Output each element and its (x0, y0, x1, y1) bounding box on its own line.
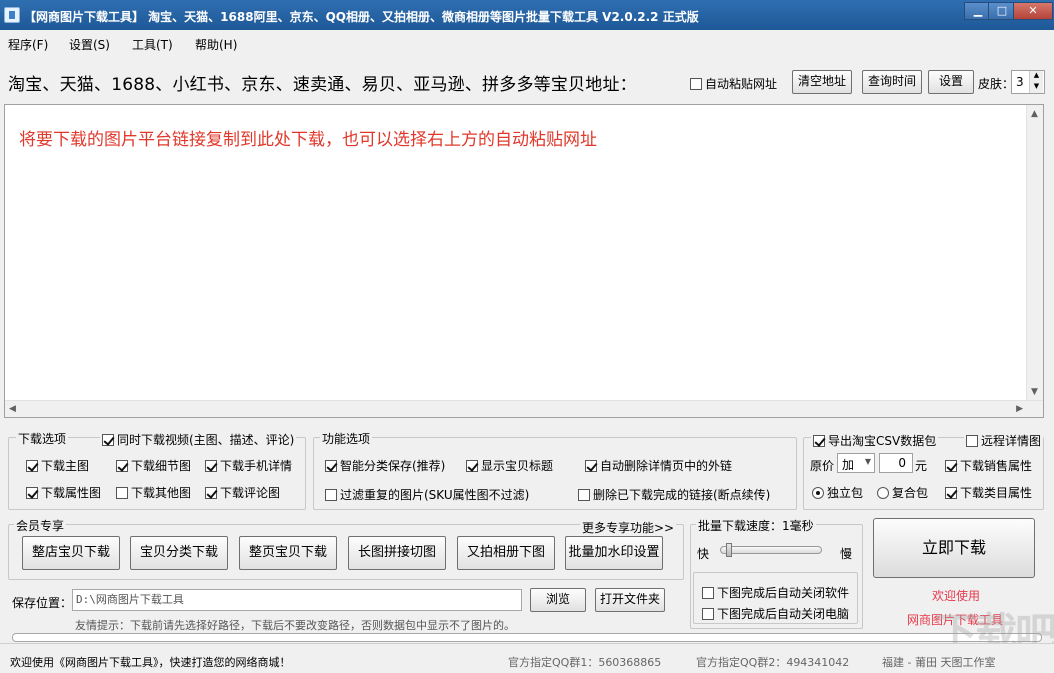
price-unit: 元 (915, 459, 928, 473)
auto-paste-checkbox[interactable]: 自动粘贴网址 (690, 75, 777, 92)
download-video-checkbox[interactable]: 同时下载视频(主图、描述、评论) (100, 431, 297, 448)
more-features-link[interactable]: 更多专享功能>> (580, 519, 677, 536)
maximize-icon: □ (996, 4, 1008, 17)
menu-settings[interactable]: 设置(S) (69, 36, 110, 53)
status-qq2: 官方指定QQ群2：494341042 (696, 656, 850, 669)
batch-watermark-button[interactable]: 批量加水印设置 (565, 536, 663, 570)
remove-external-links-checkbox[interactable]: 自动删除详情页中的外链 (585, 457, 732, 474)
skin-value: 3 (1016, 75, 1024, 89)
save-path-input[interactable]: D:\网商图片下载工具 (72, 589, 522, 611)
smart-category-save-checkbox[interactable]: 智能分类保存(推荐) (325, 457, 445, 474)
status-bar: 欢迎使用《网商图片下载工具》，快速打造您的网络商城！ 官方指定QQ群1：5603… (0, 643, 1054, 673)
spin-down-icon[interactable]: ▼ (1029, 82, 1043, 93)
fast-label: 快 (697, 547, 710, 561)
platforms-label: 淘宝、天猫、1688、小红书、京东、速卖通、易贝、亚马逊、拼多多等宝贝地址： (8, 75, 637, 95)
download-other-image-checkbox[interactable]: 下载其他图 (116, 484, 191, 501)
vertical-scrollbar[interactable]: ▲ ▼ (1026, 105, 1043, 401)
category-download-button[interactable]: 宝贝分类下载 (130, 536, 228, 570)
category-attr-checkbox[interactable]: 下载类目属性 (945, 484, 1032, 501)
url-input-area[interactable]: 将要下载的图片平台链接复制到此处下载，也可以选择右上方的自动粘贴网址 ▲ ▼ ◀… (4, 104, 1044, 418)
auto-close-app-checkbox[interactable]: 下图完成后自动关闭软件 (702, 584, 849, 601)
skin-label: 皮肤： (978, 77, 1015, 91)
combined-pack-radio[interactable]: 复合包 (877, 484, 928, 501)
title-bar: 【网商图片下载工具】 淘宝、天猫、1688阿里、京东、QQ相册、又拍相册、微商相… (0, 0, 1054, 30)
scroll-up-icon[interactable]: ▲ (1031, 109, 1038, 119)
status-qq1: 官方指定QQ群1：560368865 (508, 656, 662, 669)
status-author: 福建 - 莆田 天图工作室 (882, 656, 996, 669)
download-options-title: 下载选项 (16, 430, 69, 447)
menu-bar: 程序(F) 设置(S) 工具(T) 帮助(H) (0, 30, 1054, 56)
url-area-hint: 将要下载的图片平台链接复制到此处下载，也可以选择右上方的自动粘贴网址 (19, 130, 597, 150)
browse-button[interactable]: 浏览 (530, 588, 586, 612)
download-now-button[interactable]: 立即下载 (873, 518, 1035, 578)
filter-duplicate-checkbox[interactable]: 过滤重复的图片(SKU属性图不过滤) (325, 486, 529, 503)
menu-tools[interactable]: 工具(T) (132, 36, 173, 53)
status-welcome: 欢迎使用《网商图片下载工具》，快速打造您的网络商城！ (10, 656, 291, 669)
show-title-checkbox[interactable]: 显示宝贝标题 (466, 457, 553, 474)
app-icon (4, 7, 20, 23)
remote-detail-checkbox[interactable]: 远程详情图 (964, 432, 1044, 449)
whole-page-download-button[interactable]: 整页宝贝下载 (239, 536, 337, 570)
whole-shop-download-button[interactable]: 整店宝贝下载 (22, 536, 120, 570)
sales-attr-checkbox[interactable]: 下载销售属性 (945, 457, 1032, 474)
skin-spinner[interactable]: 3 ▲ ▼ (1011, 70, 1045, 94)
maximize-button[interactable]: □ (988, 2, 1016, 20)
price-value-input[interactable]: 0 (879, 453, 913, 473)
save-tip: 友情提示：下载前请先选择好路径，下载后不要改变路径，否则数据包中显示不了图片的。 (75, 619, 515, 632)
clear-address-button[interactable]: 清空地址 (792, 70, 852, 94)
speed-slider-thumb[interactable] (726, 543, 732, 557)
progress-bar (12, 633, 1042, 642)
menu-help[interactable]: 帮助(H) (195, 36, 237, 53)
settings-button[interactable]: 设置 (928, 70, 974, 94)
menu-program[interactable]: 程序(F) (8, 36, 48, 53)
scroll-left-icon[interactable]: ◀ (9, 404, 16, 414)
download-mobile-detail-checkbox[interactable]: 下载手机详情 (205, 457, 292, 474)
export-csv-checkbox[interactable]: 导出淘宝CSV数据包 (811, 432, 939, 449)
scroll-right-icon[interactable]: ▶ (1016, 404, 1023, 414)
delete-finished-links-checkbox[interactable]: 删除已下载完成的链接(断点续传) (578, 486, 770, 503)
slow-label: 慢 (840, 547, 853, 561)
download-main-image-checkbox[interactable]: 下载主图 (26, 457, 89, 474)
single-pack-radio[interactable]: 独立包 (812, 484, 863, 501)
close-icon: ✕ (1028, 4, 1038, 17)
download-review-image-checkbox[interactable]: 下载评论图 (205, 484, 280, 501)
member-group-title: 会员专享 (14, 517, 67, 534)
speed-slider[interactable] (720, 543, 822, 557)
save-location-label: 保存位置： (12, 596, 73, 610)
auto-paste-check[interactable] (690, 78, 702, 90)
open-folder-button[interactable]: 打开文件夹 (595, 588, 665, 612)
function-options-title: 功能选项 (320, 430, 373, 447)
close-button[interactable]: ✕ (1013, 2, 1053, 20)
download-detail-image-checkbox[interactable]: 下载细节图 (116, 457, 191, 474)
price-label: 原价 (810, 459, 835, 473)
price-op-select[interactable]: 加 ▼ (837, 453, 875, 473)
download-attribute-image-checkbox[interactable]: 下载属性图 (26, 484, 101, 501)
speed-group-title: 批量下载速度：1毫秒 (696, 517, 816, 534)
chevron-down-icon: ▼ (864, 457, 871, 466)
long-image-splice-button[interactable]: 长图拼接切图 (348, 536, 446, 570)
spin-up-icon[interactable]: ▲ (1029, 71, 1043, 82)
query-time-button[interactable]: 查询时间 (862, 70, 922, 94)
upai-album-download-button[interactable]: 又拍相册下图 (457, 536, 555, 570)
horizontal-scrollbar[interactable]: ◀ ▶ (5, 400, 1043, 417)
auto-shutdown-checkbox[interactable]: 下图完成后自动关闭电脑 (702, 605, 849, 622)
minimize-icon: ▁ (973, 4, 983, 17)
window-title: 【网商图片下载工具】 淘宝、天猫、1688阿里、京东、QQ相册、又拍相册、微商相… (24, 10, 699, 24)
scroll-down-icon[interactable]: ▼ (1031, 387, 1038, 397)
